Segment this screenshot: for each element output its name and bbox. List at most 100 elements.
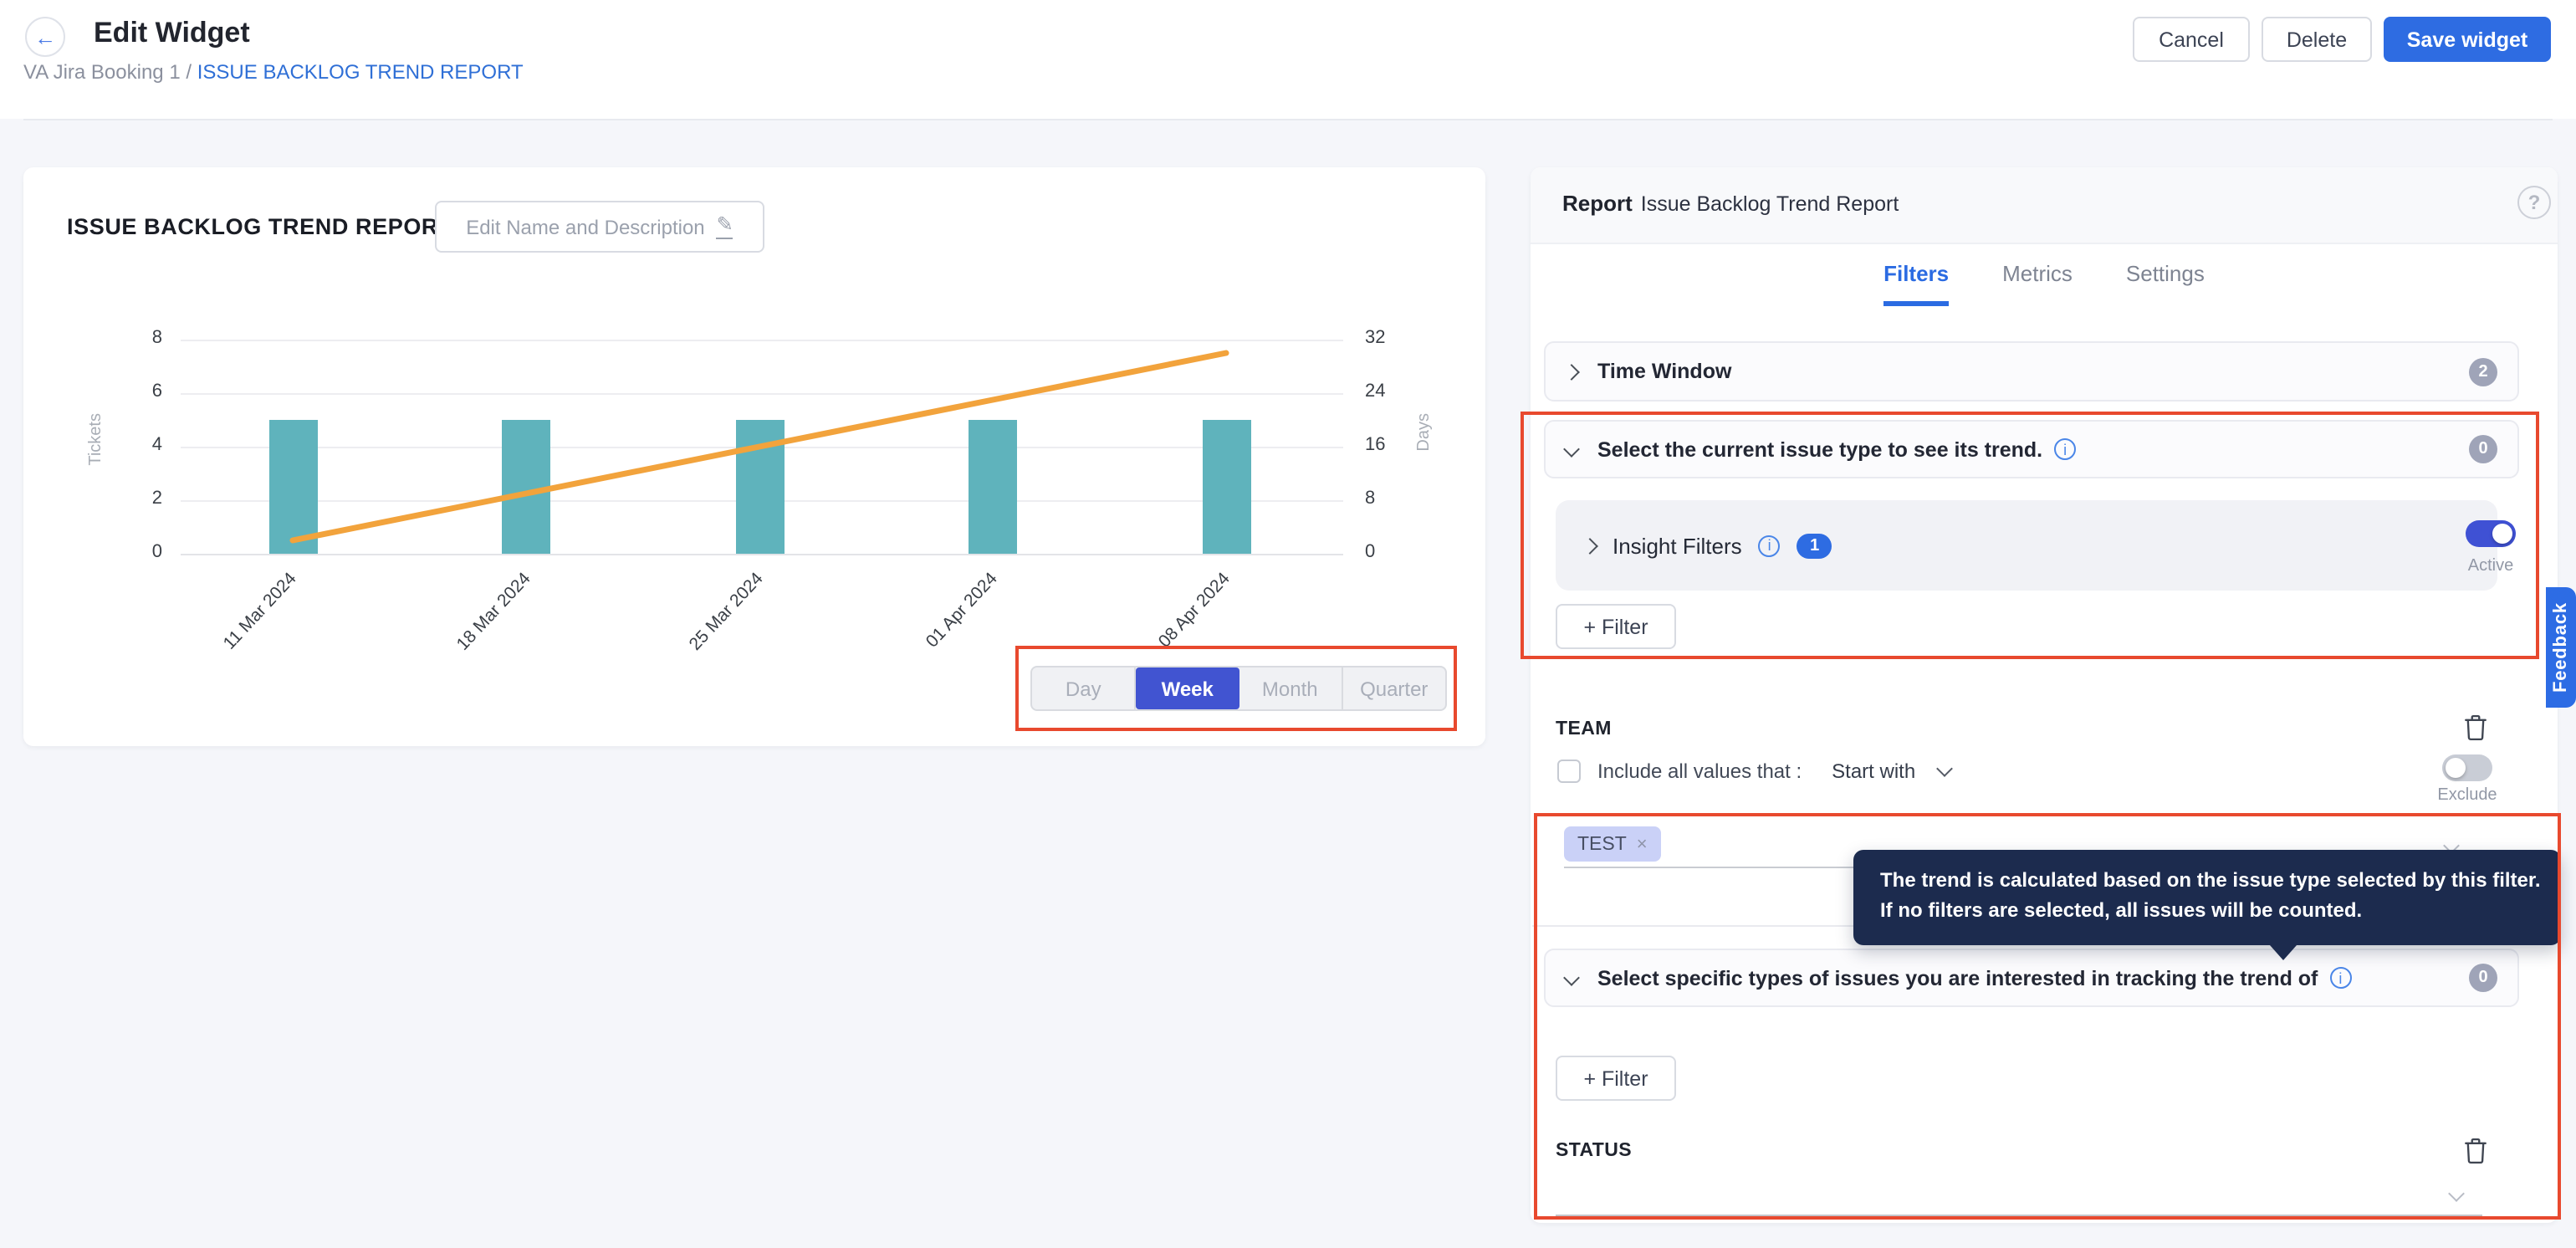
issue-type-section-header[interactable]: Select the current issue type to see its…: [1544, 420, 2519, 478]
report-settings-panel: Report Issue Backlog Trend Report ? Filt…: [1531, 167, 2558, 1223]
time-window-badge: 2: [2469, 357, 2497, 386]
panel-tabs: Filters Metrics Settings: [1531, 261, 2558, 306]
trash-icon: [2464, 714, 2487, 741]
tooltip-line-1: The trend is calculated based on the iss…: [1880, 868, 2541, 892]
feedback-tab[interactable]: Feedback: [2546, 587, 2576, 708]
cancel-button[interactable]: Cancel: [2133, 17, 2250, 62]
bar: [1202, 420, 1250, 554]
bar: [502, 420, 550, 554]
specific-types-section-header[interactable]: Select specific types of issues you are …: [1544, 949, 2519, 1007]
y-left-tick: 2: [119, 488, 162, 509]
period-option-day[interactable]: Day: [1032, 667, 1137, 709]
issue-type-section-label: Select the current issue type to see its…: [1597, 437, 2042, 461]
period-option-month[interactable]: Month: [1239, 667, 1343, 709]
back-button[interactable]: ←: [25, 17, 65, 57]
bar: [735, 420, 784, 554]
include-values-label: Include all values that :: [1597, 760, 1802, 783]
breadcrumb-separator: /: [186, 60, 192, 84]
y-left-tick: 0: [119, 542, 162, 562]
insight-filters-toggle-label: Active: [2454, 557, 2527, 575]
widget-preview-card: ISSUE BACKLOG TREND REPORT Edit Name and…: [23, 167, 1485, 746]
delete-button[interactable]: Delete: [2262, 17, 2372, 62]
time-window-section[interactable]: Time Window 2: [1544, 341, 2519, 402]
chevron-right-icon: [1582, 537, 1598, 554]
insight-filters-active-toggle[interactable]: [2466, 520, 2516, 547]
report-label: Report: [1562, 191, 1633, 216]
page-title: Edit Widget: [94, 17, 250, 50]
x-axis-label: 01 Apr 2024: [877, 569, 1000, 700]
save-widget-button[interactable]: Save widget: [2384, 17, 2551, 62]
report-name: Issue Backlog Trend Report: [1641, 192, 1899, 216]
x-axis-label: 25 Mar 2024: [643, 569, 767, 700]
gridline: [181, 554, 1343, 555]
trend-chart: 0246808162432TicketsDays11 Mar 202418 Ma…: [23, 167, 1485, 746]
gridline: [181, 340, 1343, 341]
status-select-chevron-icon[interactable]: [2448, 1185, 2465, 1202]
y-right-tick: 8: [1365, 488, 1375, 509]
insight-filters-label: Insight Filters: [1613, 533, 1742, 558]
breadcrumb-current-link[interactable]: ISSUE BACKLOG TREND REPORT: [197, 60, 524, 84]
y-left-tick: 8: [119, 328, 162, 348]
tab-settings[interactable]: Settings: [2126, 261, 2205, 306]
chevron-down-icon: [1563, 441, 1580, 458]
operator-chevron-icon[interactable]: [1936, 760, 1953, 777]
y-left-axis-name: Tickets: [87, 413, 105, 466]
insight-filters-card[interactable]: Insight Filters i 1 Active: [1556, 500, 2497, 591]
back-arrow-icon: ←: [34, 26, 56, 48]
team-delete-button[interactable]: [2464, 714, 2494, 744]
include-checkbox[interactable]: [1557, 760, 1581, 783]
tooltip-arrow: [2270, 945, 2297, 960]
specific-types-section-label: Select specific types of issues you are …: [1597, 966, 2318, 990]
x-axis-label: 18 Mar 2024: [410, 569, 534, 700]
help-icon: ?: [2528, 191, 2541, 214]
y-right-tick: 32: [1365, 328, 1386, 348]
y-left-tick: 6: [119, 381, 162, 402]
status-delete-button[interactable]: [2464, 1138, 2494, 1168]
period-option-quarter[interactable]: Quarter: [1343, 667, 1446, 709]
y-right-tick: 0: [1365, 542, 1375, 562]
status-filter-label: STATUS: [1556, 1141, 1632, 1161]
specific-types-section-badge: 0: [2469, 964, 2497, 992]
gridline: [181, 393, 1343, 395]
period-option-week[interactable]: Week: [1137, 667, 1239, 709]
team-exclude-toggle[interactable]: [2442, 754, 2492, 781]
status-select-underline: [1556, 1215, 2482, 1218]
tooltip-line-2: If no filters are selected, all issues w…: [1880, 898, 2362, 922]
bar: [268, 420, 317, 554]
add-filter-button[interactable]: + Filter: [1556, 1056, 1676, 1101]
breadcrumb: VA Jira Booking 1 / ISSUE BACKLOG TREND …: [23, 60, 524, 84]
x-axis-label: 11 Mar 2024: [176, 569, 300, 700]
y-right-tick: 16: [1365, 435, 1386, 455]
chevron-down-icon: [1563, 969, 1580, 986]
tag-remove-icon[interactable]: ×: [1637, 834, 1648, 854]
team-filter-label: TEAM: [1556, 719, 1612, 739]
breadcrumb-parent: VA Jira Booking 1: [23, 60, 181, 84]
help-button[interactable]: ?: [2517, 186, 2551, 219]
team-tag-text: TEST: [1577, 834, 1627, 854]
chevron-right-icon: [1563, 363, 1580, 380]
team-value-tag[interactable]: TEST ×: [1564, 826, 1661, 862]
team-exclude-label: Exclude: [2430, 786, 2504, 805]
insight-filters-count-badge: 1: [1797, 533, 1832, 558]
y-right-tick: 24: [1365, 381, 1386, 402]
filter-tooltip: The trend is calculated based on the iss…: [1853, 850, 2561, 945]
tab-filters[interactable]: Filters: [1883, 261, 1949, 306]
issue-type-section-badge: 0: [2469, 435, 2497, 463]
team-include-row: Include all values that : Start with: [1557, 760, 1950, 783]
trash-icon: [2464, 1138, 2487, 1164]
time-window-label: Time Window: [1597, 360, 2469, 383]
info-icon[interactable]: i: [1759, 534, 1781, 556]
bar: [969, 420, 1017, 554]
header-divider: [23, 119, 2553, 120]
operator-select[interactable]: Start with: [1832, 760, 1915, 783]
period-toggle-group: DayWeekMonthQuarter: [1030, 666, 1447, 711]
y-right-axis-name: Days: [1415, 413, 1434, 452]
info-icon[interactable]: i: [2054, 438, 2076, 460]
info-icon[interactable]: i: [2329, 967, 2351, 989]
add-filter-button[interactable]: + Filter: [1556, 604, 1676, 649]
report-title-row: Report Issue Backlog Trend Report: [1562, 191, 1899, 216]
tab-metrics[interactable]: Metrics: [2002, 261, 2073, 306]
y-left-tick: 4: [119, 435, 162, 455]
edit-widget-screen: ← Edit Widget VA Jira Booking 1 / ISSUE …: [0, 0, 2576, 1248]
team-select-underline: [1564, 867, 1892, 868]
